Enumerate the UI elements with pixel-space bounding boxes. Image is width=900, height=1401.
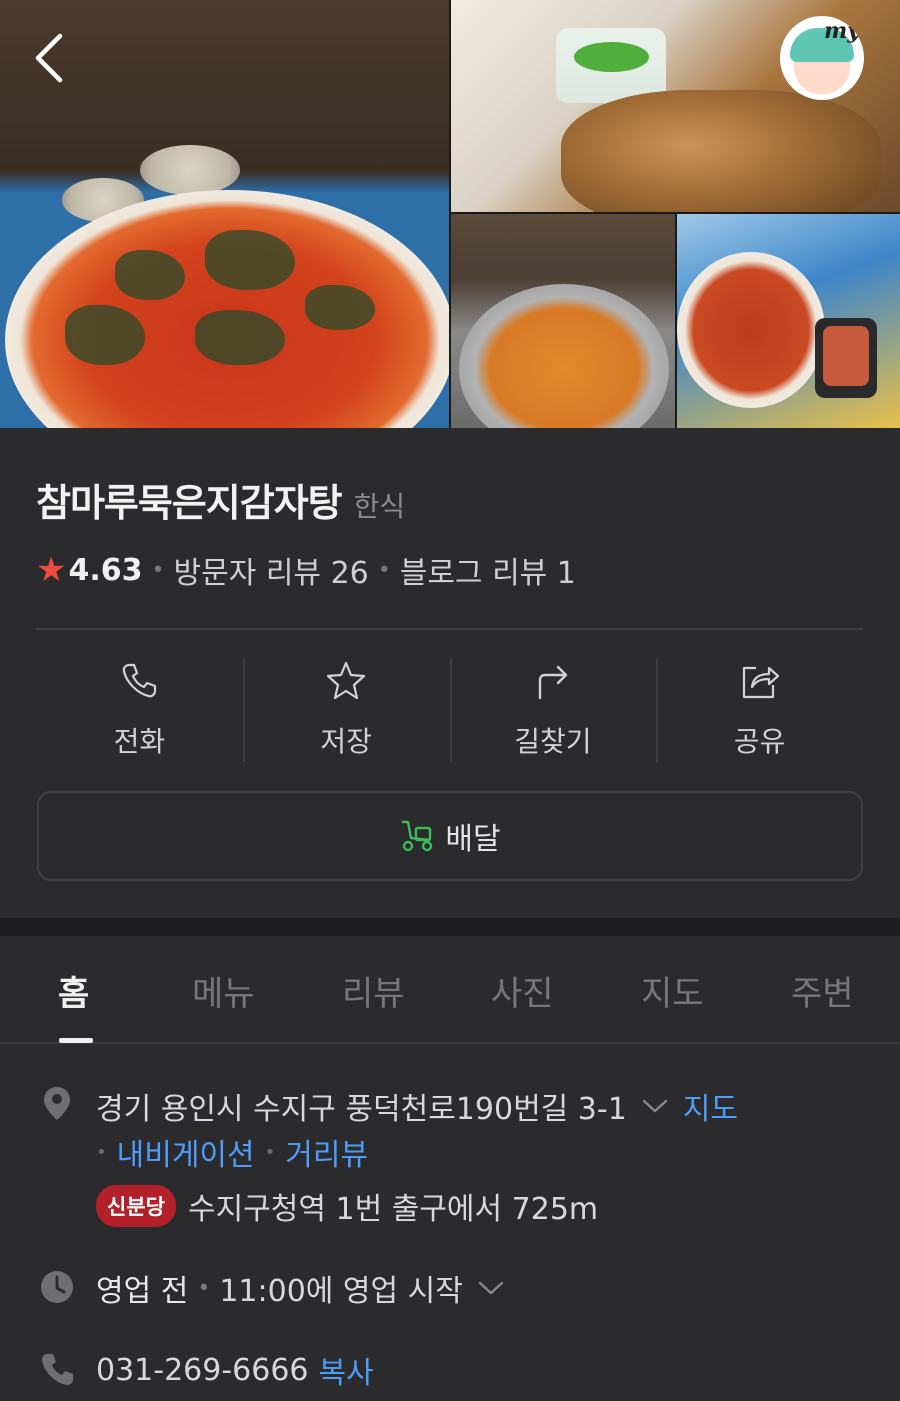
map-link[interactable]: 지도 bbox=[683, 1084, 738, 1128]
my-profile-button[interactable]: my bbox=[780, 16, 864, 100]
pork-bone-image bbox=[561, 90, 881, 212]
blog-reviews-link[interactable]: 블로그 리뷰 1 bbox=[400, 548, 576, 592]
back-button[interactable] bbox=[22, 30, 78, 86]
hours-row[interactable]: 영업 전 • 11:00에 영업 시작 bbox=[96, 1266, 519, 1310]
share-button[interactable]: 공유 bbox=[656, 656, 863, 762]
delivery-button[interactable]: 배달 bbox=[37, 791, 863, 881]
stew-bowl-image bbox=[677, 252, 825, 408]
chevron-down-icon[interactable] bbox=[477, 1278, 505, 1298]
tab-photos[interactable]: 사진 bbox=[491, 966, 554, 1015]
chevron-down-icon[interactable] bbox=[641, 1096, 669, 1116]
share-icon bbox=[742, 666, 779, 699]
tab-home[interactable]: 홈 bbox=[58, 966, 89, 1015]
stew-pan-image bbox=[459, 284, 669, 428]
stew-bowl-image bbox=[5, 190, 449, 428]
star-filled-icon: ★ bbox=[36, 550, 67, 590]
rating-row: ★ 4.63 • 방문자 리뷰 26 • 블로그 리뷰 1 bbox=[36, 548, 576, 592]
phone-number[interactable]: 031-269-6666 bbox=[96, 1353, 309, 1388]
street-view-link[interactable]: 거리뷰 bbox=[285, 1130, 368, 1174]
my-badge-label: my bbox=[824, 18, 861, 44]
address-links-row: • 내비게이션 • 거리뷰 bbox=[96, 1130, 368, 1174]
side-dish-image bbox=[140, 145, 240, 195]
share-label: 공유 bbox=[733, 725, 786, 758]
visitor-reviews-link[interactable]: 방문자 리뷰 26 bbox=[174, 548, 369, 592]
phone-icon bbox=[123, 663, 157, 698]
section-separator bbox=[0, 918, 900, 936]
tab-bar: 홈 메뉴 리뷰 사진 지도 주변 bbox=[0, 936, 900, 1044]
directions-button[interactable]: 길찾기 bbox=[449, 656, 657, 762]
call-button[interactable]: 전화 bbox=[36, 656, 243, 762]
clock-icon bbox=[41, 1271, 73, 1303]
phone-icon bbox=[42, 1354, 73, 1385]
tab-map[interactable]: 지도 bbox=[641, 966, 704, 1015]
kimchi-image bbox=[815, 318, 877, 398]
copy-phone-link[interactable]: 복사 bbox=[319, 1348, 374, 1392]
active-tab-indicator bbox=[59, 1038, 93, 1043]
navigation-link[interactable]: 내비게이션 bbox=[117, 1130, 255, 1174]
subway-line-badge: 신분당 bbox=[96, 1185, 176, 1227]
tab-reviews[interactable]: 리뷰 bbox=[342, 966, 405, 1015]
gallery-photo-bottom-left[interactable] bbox=[451, 214, 675, 428]
address-row: 경기 용인시 수지구 풍덕천로190번길 3-1 지도 bbox=[96, 1084, 738, 1128]
phone-row: 031-269-6666 복사 bbox=[96, 1348, 374, 1392]
divider bbox=[36, 628, 863, 630]
delivery-scooter-icon bbox=[402, 820, 433, 852]
place-category: 한식 bbox=[353, 490, 406, 523]
subway-row: 신분당 수지구청역 1번 출구에서 725m bbox=[96, 1184, 598, 1228]
address-text: 경기 용인시 수지구 풍덕천로190번길 3-1 bbox=[96, 1092, 627, 1127]
chevron-left-icon bbox=[35, 33, 63, 83]
directions-label: 길찾기 bbox=[514, 725, 592, 758]
photo-gallery: my bbox=[0, 0, 900, 428]
hours-detail: 11:00에 영업 시작 bbox=[219, 1274, 463, 1309]
subway-directions: 수지구청역 1번 출구에서 725m bbox=[187, 1192, 599, 1227]
hours-status: 영업 전 bbox=[96, 1274, 189, 1309]
title-row: 참마루묵은지감자탕 한식 bbox=[36, 472, 405, 527]
home-details: 경기 용인시 수지구 풍덕천로190번길 3-1 지도 • 내비게이션 • 거리… bbox=[0, 1044, 900, 1401]
location-pin-icon bbox=[44, 1087, 70, 1120]
call-label: 전화 bbox=[113, 725, 166, 758]
tab-menu[interactable]: 메뉴 bbox=[192, 966, 255, 1015]
delivery-label: 배달 bbox=[445, 822, 501, 857]
star-outline-icon bbox=[327, 661, 366, 700]
save-button[interactable]: 저장 bbox=[242, 656, 450, 762]
action-bar: 전화 저장 길찾기 공유 bbox=[36, 656, 863, 762]
directions-arrow-icon bbox=[538, 665, 568, 700]
place-name: 참마루묵은지감자탕 bbox=[36, 481, 343, 525]
gallery-photo-bottom-right[interactable] bbox=[677, 214, 900, 428]
place-info: 참마루묵은지감자탕 한식 ★ 4.63 • 방문자 리뷰 26 • 블로그 리뷰… bbox=[0, 428, 900, 918]
rating-value: 4.63 bbox=[68, 552, 143, 588]
tab-nearby[interactable]: 주변 bbox=[791, 966, 854, 1015]
save-label: 저장 bbox=[320, 725, 372, 758]
